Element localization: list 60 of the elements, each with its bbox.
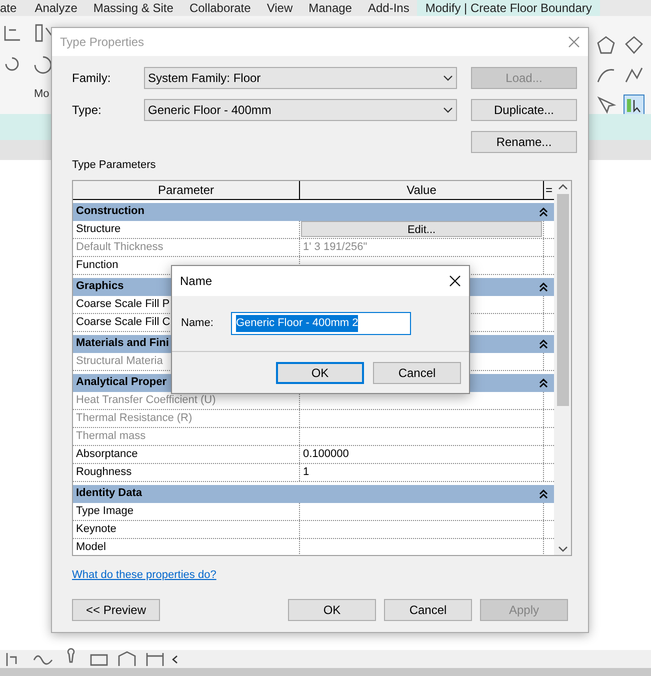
parameter-name: Default Thickness bbox=[73, 238, 300, 256]
ribbon-panel-label: Mo bbox=[34, 87, 50, 102]
parameter-name: Type Image bbox=[73, 502, 300, 520]
parameter-name: Absorptance bbox=[73, 446, 300, 462]
column-header[interactable]: = bbox=[544, 180, 554, 198]
ribbon-tab[interactable]: Manage bbox=[300, 0, 360, 16]
section-title: Type Parameters bbox=[71, 158, 157, 173]
name-input-field[interactable]: Generic Floor - 400mm 2 bbox=[231, 312, 411, 335]
scroll-thumb[interactable] bbox=[556, 194, 568, 406]
parameter-name: Model bbox=[73, 538, 300, 554]
dialog-title: Type Properties bbox=[60, 34, 144, 51]
ribbon-tab[interactable]: Analyze bbox=[26, 0, 86, 16]
dialog-button[interactable]: OK bbox=[276, 362, 364, 384]
edit-button[interactable]: Edit... bbox=[301, 221, 542, 237]
dialog-button[interactable]: Duplicate... bbox=[471, 99, 577, 121]
ribbon-tab[interactable]: Massing & Site bbox=[85, 0, 182, 16]
dialog-button[interactable]: Cancel bbox=[373, 362, 461, 384]
close-icon[interactable] bbox=[449, 275, 461, 287]
parameter-value: 1 bbox=[302, 464, 310, 480]
scrollbar[interactable] bbox=[554, 180, 571, 554]
tool-icon[interactable] bbox=[595, 94, 617, 116]
field-label: Family: bbox=[72, 70, 112, 87]
scroll-left-icon[interactable] bbox=[172, 654, 178, 664]
tool-icon[interactable] bbox=[32, 54, 54, 76]
collapse-icon[interactable] bbox=[539, 206, 548, 216]
parameter-value: 0.100000 bbox=[302, 446, 350, 462]
collapse-icon[interactable] bbox=[539, 488, 548, 498]
parameter-name: Thermal Resistance (R) bbox=[73, 410, 300, 426]
tool-icon[interactable] bbox=[595, 34, 617, 56]
scroll-down-icon[interactable] bbox=[558, 546, 568, 552]
collapse-icon[interactable] bbox=[539, 282, 548, 292]
ribbon-tab[interactable]: View bbox=[258, 0, 301, 16]
field-label: Name: bbox=[181, 316, 214, 332]
dropdown[interactable]: System Family: Floor bbox=[144, 67, 457, 89]
field-label: Type: bbox=[72, 102, 102, 119]
ribbon-tab[interactable]: Add-Ins bbox=[360, 0, 418, 16]
dialog-title: Name bbox=[180, 273, 212, 290]
ribbon-tab[interactable]: Modify | Create Floor Boundary bbox=[417, 0, 600, 16]
parameter-name: Keynote bbox=[73, 520, 300, 538]
dropdown[interactable]: Generic Floor - 400mm bbox=[144, 99, 457, 121]
dialog-button[interactable]: Cancel bbox=[384, 599, 472, 621]
help-link[interactable]: What do these properties do? bbox=[72, 566, 216, 583]
parameter-name: Roughness bbox=[73, 464, 300, 480]
ribbon-tab[interactable]: ate bbox=[0, 0, 27, 16]
parameter-value: 1' 3 191/256" bbox=[302, 240, 368, 255]
column-header[interactable]: Value bbox=[300, 180, 544, 198]
parameter-name: Thermal mass bbox=[73, 428, 300, 444]
scroll-up-icon[interactable] bbox=[558, 184, 568, 190]
group-header[interactable]: Identity Data bbox=[73, 484, 554, 502]
collapse-icon[interactable] bbox=[539, 378, 548, 388]
pick-tool-icon[interactable] bbox=[623, 94, 645, 116]
parameter-name: Structure bbox=[73, 220, 300, 238]
dialog-button[interactable]: << Preview bbox=[72, 599, 160, 621]
collapse-icon[interactable] bbox=[539, 338, 548, 348]
dialog-button[interactable]: Rename... bbox=[471, 131, 577, 153]
column-header[interactable]: Parameter bbox=[73, 180, 300, 198]
group-header[interactable]: Construction bbox=[73, 202, 554, 220]
ribbon-tab[interactable]: Collaborate bbox=[181, 0, 259, 16]
dialog-button[interactable]: OK bbox=[288, 599, 376, 621]
tool-icon[interactable] bbox=[623, 34, 645, 56]
